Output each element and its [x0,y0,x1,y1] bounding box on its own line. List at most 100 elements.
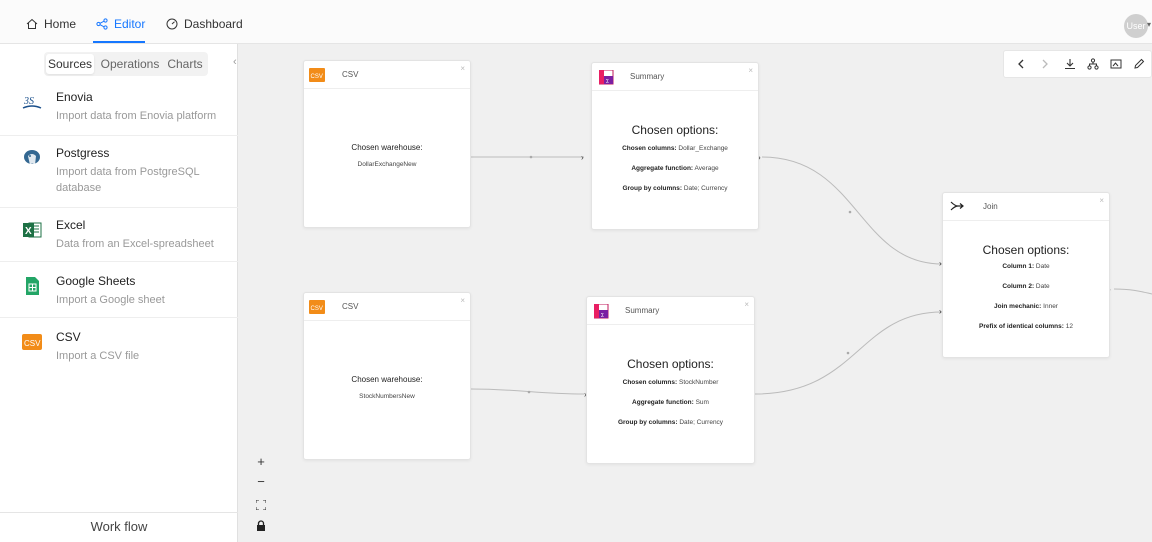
edge-join-out [1113,288,1152,295]
option-row: Join mechanic: Inner [994,303,1058,310]
warehouse-label: Chosen warehouse: [351,143,423,152]
csv-icon: CSV [309,68,325,82]
fit-view-icon[interactable] [256,500,266,510]
image-export-icon[interactable] [1110,58,1122,70]
nav-editor-label: Editor [114,17,146,31]
option-row: Group by columns: Date; Currency [617,419,724,426]
source-description: Data from an Excel-spreadsheet [56,238,214,250]
option-row: Aggregate function: Average [631,165,719,172]
node-header: CSV CSV × [304,293,470,321]
gauge-icon [166,18,178,30]
nav-dashboard-label: Dashboard [184,17,243,31]
edge-midpoint-marker [527,390,531,394]
source-title: Google Sheets [56,274,136,288]
svg-text:Σ: Σ [601,313,604,319]
svg-text:X: X [25,226,32,237]
source-description: Import data from Enovia platform [56,110,217,122]
google-sheets-icon [26,277,39,295]
edge-midpoint-marker [529,155,533,159]
warehouse-value: StockNumbersNew [359,393,415,400]
source-description: Import a Google sheet [56,294,165,306]
node-csv-1[interactable]: CSV CSV × Chosen warehouse: DollarExchan… [303,60,471,228]
source-description: Import data from PostgreSQL database [56,166,200,194]
source-item-csv[interactable]: CSV CSV Import a CSV file [0,328,238,368]
source-title: Postgress [56,146,110,160]
source-description: Import a CSV file [56,350,140,362]
option-row: Group by columns: Date; Currency [622,185,728,192]
source-item-excel[interactable]: X Excel Data from an Excel-spreadsheet [0,216,238,262]
option-row: Prefix of identical columns: 12 [979,323,1073,330]
svg-text:CSV: CSV [311,74,323,80]
nav-home[interactable]: Home [26,17,76,31]
csv-icon: CSV [22,334,42,350]
nav-dashboard[interactable]: Dashboard [166,17,243,31]
svg-text:CSV: CSV [24,339,41,348]
node-summary-1[interactable]: Σ Summary × Chosen options: Chosen colum… [591,62,759,230]
summary-table-icon: Σ [599,70,614,85]
enovia-3ds-icon: 3S [22,96,42,109]
hierarchy-icon[interactable] [1087,58,1099,70]
node-title: Summary [625,306,660,315]
undo-chevron-left-icon[interactable] [1016,58,1026,70]
edge-midpoint-marker [846,351,850,355]
node-title: CSV [342,70,359,79]
canvas-toolbar [1003,50,1152,78]
excel-icon: X [23,222,42,238]
active-tab-indicator [93,41,145,43]
zoom-controls: + − [251,454,271,538]
source-title: CSV [56,330,81,344]
zoom-in-icon[interactable]: + [251,454,271,469]
node-title: Summary [630,72,665,81]
warehouse-value: DollarExchangeNew [357,161,417,168]
edge-csv2-summary2 [470,388,585,395]
svg-text:CSV: CSV [311,306,323,312]
close-icon[interactable]: × [460,64,465,73]
node-join[interactable]: Join × Chosen options: Column 1: Date Co… [942,192,1110,358]
source-item-postgress[interactable]: Postgress Import data from PostgreSQL da… [0,144,238,208]
source-title: Excel [56,218,86,232]
workflow-canvas[interactable]: › › › › › › › › › CSV CSV × Chosen wareh… [238,44,1152,542]
workflow-footer[interactable]: Work flow [0,512,238,542]
close-icon[interactable]: × [460,296,465,305]
source-title: Enovia [56,90,93,104]
close-icon[interactable]: × [748,66,753,75]
options-heading: Chosen options: [631,123,719,137]
close-icon[interactable]: × [744,300,749,309]
node-header: Join × [943,193,1109,221]
node-summary-2[interactable]: Σ Summary × Chosen options: Chosen colum… [586,296,755,464]
node-header: CSV CSV × [304,61,470,89]
nav-home-label: Home [44,17,77,31]
download-icon[interactable] [1064,58,1076,70]
warehouse-label: Chosen warehouse: [351,375,423,384]
node-csv-2[interactable]: CSV CSV × Chosen warehouse: StockNumbers… [303,292,471,460]
node-title: Join [983,202,998,211]
edge-summary1-join [761,156,943,265]
csv-icon: CSV [309,300,325,314]
options-heading: Chosen options: [982,243,1070,257]
zoom-out-icon[interactable]: − [251,474,271,489]
nav-editor[interactable]: Editor [96,17,145,31]
option-row: Column 1: Date [1002,263,1050,270]
chevron-down-icon[interactable]: ▾ [1147,20,1151,29]
node-header: Σ Summary × [587,297,754,325]
lock-icon[interactable] [256,520,266,532]
node-title: CSV [342,302,359,311]
collapse-sidebar-chevron-icon[interactable]: ‹ [233,56,237,68]
svg-text:Σ: Σ [606,79,609,85]
redo-chevron-right-icon[interactable] [1040,58,1050,70]
user-avatar[interactable]: User [1124,14,1148,38]
share-nodes-icon [96,18,108,30]
edit-pencil-icon[interactable] [1133,58,1145,70]
option-row: Chosen columns: StockNumber [622,379,719,386]
tab-operations[interactable]: Operations [99,54,161,74]
edge-midpoint-marker [848,210,852,214]
tab-charts[interactable]: Charts [164,54,206,74]
close-icon[interactable]: × [1099,196,1104,205]
tab-sources[interactable]: Sources [46,54,94,74]
options-heading: Chosen options: [627,357,714,371]
source-item-enovia[interactable]: 3S Enovia Import data from Enovia platfo… [0,88,238,136]
summary-table-icon: Σ [594,304,609,319]
node-header: Σ Summary × [592,63,758,91]
home-icon [26,18,38,29]
source-item-google-sheets[interactable]: Google Sheets Import a Google sheet [0,272,238,318]
